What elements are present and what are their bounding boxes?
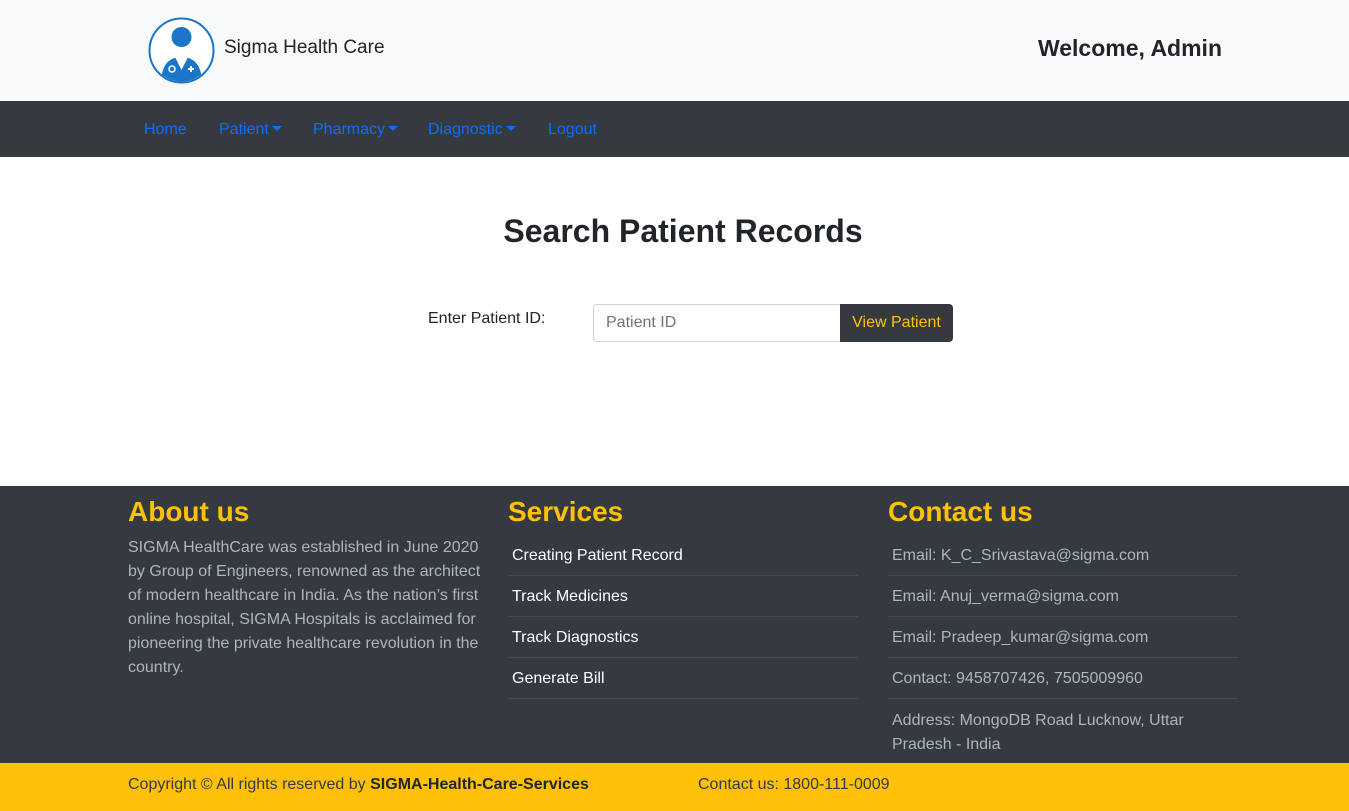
copyright-brand: SIGMA-Health-Care-Services xyxy=(370,776,589,793)
service-item-track-medicines[interactable]: Track Medicines xyxy=(508,576,858,617)
copyright-prefix: Copyright © All rights reserved by xyxy=(128,776,366,793)
contact-email-1: Email: K_C_Srivastava@sigma.com xyxy=(888,535,1238,576)
site-footer: About us SIGMA HealthCare was establishe… xyxy=(0,486,1349,763)
main-navbar: Home Patient Pharmacy Diagnostic Logout xyxy=(0,101,1349,157)
patient-id-label: Enter Patient ID: xyxy=(428,310,546,327)
contact-phone: Contact: 9458707426, 7505009960 xyxy=(888,658,1238,699)
service-item-track-diagnostics[interactable]: Track Diagnostics xyxy=(508,617,858,658)
top-header: Sigma Health Care Welcome, Admin xyxy=(0,0,1349,101)
about-text: SIGMA HealthCare was established in June… xyxy=(128,539,481,676)
caret-down-icon xyxy=(505,126,516,131)
services-list: Creating Patient Record Track Medicines … xyxy=(508,535,858,699)
nav-patient-label: Patient xyxy=(219,121,269,138)
copyright-text: Copyright © All rights reserved by SIGMA… xyxy=(128,776,589,794)
copyright-bar: Copyright © All rights reserved by SIGMA… xyxy=(0,763,1349,811)
nav-diagnostic-dropdown[interactable]: Diagnostic xyxy=(428,121,516,139)
nav-diagnostic-label: Diagnostic xyxy=(428,121,503,138)
services-title: Services xyxy=(508,496,624,527)
contact-list: Email: K_C_Srivastava@sigma.com Email: A… xyxy=(888,535,1238,765)
brand-name[interactable]: Sigma Health Care xyxy=(224,37,385,59)
service-item-create-record[interactable]: Creating Patient Record xyxy=(508,535,858,576)
nav-pharmacy-dropdown[interactable]: Pharmacy xyxy=(313,121,399,139)
bottom-contact-number: Contact us: 1800-111-0009 xyxy=(698,776,890,793)
about-title: About us xyxy=(128,496,250,527)
nav-logout-link[interactable]: Logout xyxy=(548,121,597,139)
nav-home-link[interactable]: Home xyxy=(144,121,187,139)
welcome-message: Welcome, Admin xyxy=(1037,35,1222,61)
caret-down-icon xyxy=(388,126,399,131)
nav-pharmacy-label: Pharmacy xyxy=(313,121,386,138)
page-title: Search Patient Records xyxy=(503,213,863,249)
doctor-logo-icon[interactable] xyxy=(148,17,215,84)
contact-title: Contact us xyxy=(888,496,1033,527)
contact-email-3: Email: Pradeep_kumar@sigma.com xyxy=(888,617,1238,658)
contact-address: Address: MongoDB Road Lucknow, Uttar Pra… xyxy=(892,712,1184,753)
nav-patient-dropdown[interactable]: Patient xyxy=(219,121,282,139)
caret-down-icon xyxy=(271,126,282,131)
patient-id-input[interactable] xyxy=(593,304,841,342)
service-item-generate-bill[interactable]: Generate Bill xyxy=(508,658,858,699)
view-patient-button[interactable]: View Patient xyxy=(840,304,953,342)
contact-email-2: Email: Anuj_verma@sigma.com xyxy=(888,576,1238,617)
